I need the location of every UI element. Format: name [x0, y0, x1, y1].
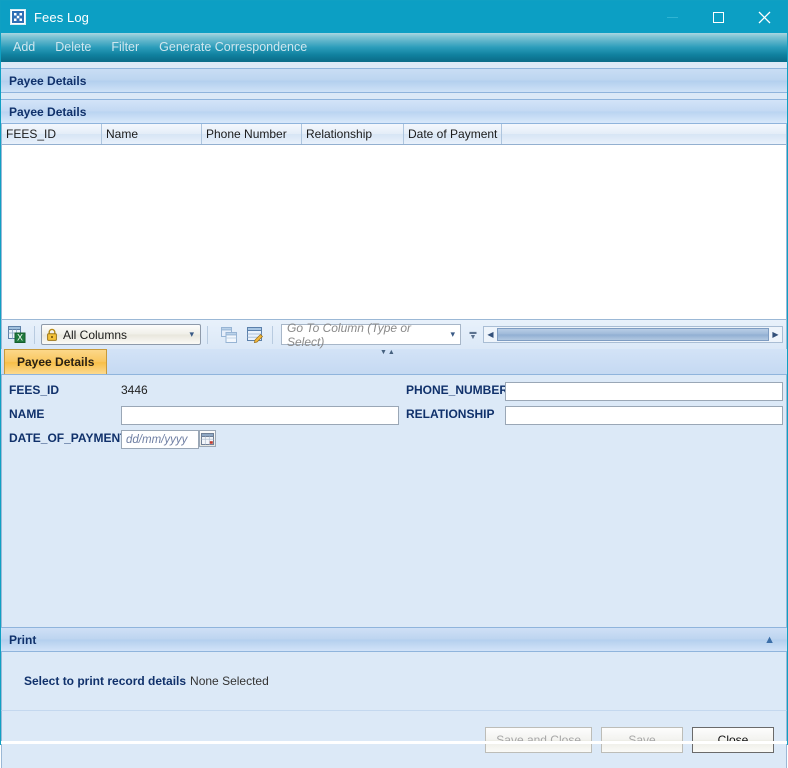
- goto-column-input[interactable]: Go To Column (Type or Select) ▾: [281, 321, 461, 349]
- close-dialog-button[interactable]: Close: [692, 726, 774, 753]
- label-relationship: RELATIONSHIP: [406, 407, 495, 421]
- toolbar-separator-1: [34, 325, 35, 344]
- close-icon: [758, 11, 770, 23]
- date-placeholder: dd/mm/yyyy: [126, 433, 188, 446]
- menu-bar: Add Delete Filter Generate Correspondenc…: [1, 33, 787, 62]
- goto-column-placeholder: Go To Column (Type or Select): [287, 320, 412, 349]
- export-to-excel-button[interactable]: X: [6, 324, 28, 346]
- column-filter-combo[interactable]: All Columns ▾: [41, 324, 201, 345]
- arrow-right-icon[interactable]: ▶: [769, 330, 782, 339]
- scrollbar-thumb[interactable]: [497, 328, 769, 341]
- panel-sub-header: Payee Details: [1, 99, 787, 124]
- menu-item-generate-correspondence[interactable]: Generate Correspondence: [149, 33, 317, 61]
- grid-horizontal-scrollbar[interactable]: ◀ ▶: [483, 326, 783, 343]
- edit-layout-icon: [246, 326, 263, 343]
- chevron-double-up-icon[interactable]: ▲: [764, 634, 775, 646]
- menu-item-filter[interactable]: Filter: [101, 33, 149, 61]
- label-name: NAME: [9, 407, 45, 421]
- footer-button-bar: Save and Close Save Close: [1, 710, 787, 768]
- sort-arrows-icon: ▼▲: [380, 349, 396, 356]
- grid-column-relationship[interactable]: Relationship: [302, 124, 404, 144]
- name-input[interactable]: [121, 406, 399, 425]
- save-button[interactable]: Save: [601, 726, 683, 753]
- lock-icon: [46, 328, 58, 341]
- date-of-payment-input[interactable]: dd/mm/yyyy: [121, 430, 199, 449]
- chevron-down-icon: ▾: [189, 329, 194, 339]
- minimize-button[interactable]: [649, 1, 695, 33]
- close-button[interactable]: [741, 1, 787, 33]
- grid-column-fees-id[interactable]: FEES_ID: [2, 124, 102, 144]
- grid-toolbar: X All Columns ▾ Go To Column (Type or Se…: [1, 319, 787, 356]
- arrow-left-icon[interactable]: ◀: [484, 330, 497, 339]
- column-filter-value: All Columns: [63, 327, 128, 342]
- export-to-excel-icon: X: [8, 326, 26, 343]
- phone-number-input[interactable]: [505, 382, 783, 401]
- panel-header: Payee Details: [1, 68, 787, 93]
- minimize-icon: [666, 16, 678, 18]
- detail-form: FEES_ID 3446 NAME DATE_OF_PAYMENT dd/mm/…: [1, 375, 787, 627]
- panel-header-label: Payee Details: [9, 73, 87, 88]
- grid-layout-button[interactable]: [218, 324, 240, 346]
- print-prompt-label: Select to print record details: [24, 674, 187, 688]
- toolbar-separator-2: [207, 325, 208, 344]
- label-date-of-payment: DATE_OF_PAYMENT: [9, 431, 128, 445]
- edit-layout-button[interactable]: [244, 324, 266, 346]
- grid-body-empty[interactable]: [2, 145, 786, 319]
- splitter-handle-icon: ▬ ▼: [469, 328, 477, 341]
- tab-payee-details[interactable]: Payee Details: [4, 349, 108, 374]
- print-section-header: Print ▲: [1, 627, 787, 652]
- fees-log-window: Fees Log Add Delete Filter Generate Corr…: [0, 0, 788, 768]
- toolbar-separator-3: [272, 325, 273, 344]
- svg-text:X: X: [17, 333, 23, 343]
- label-fees-id: FEES_ID: [9, 383, 60, 397]
- window-title: Fees Log: [34, 9, 90, 25]
- grid-layout-icon: [221, 326, 237, 343]
- calendar-picker-button[interactable]: [199, 430, 216, 447]
- print-selection-value: None Selected: [190, 674, 269, 688]
- grid-column-name[interactable]: Name: [102, 124, 202, 144]
- grid-column-filler: [502, 124, 786, 144]
- value-fees-id: 3446: [121, 383, 148, 397]
- menu-item-delete[interactable]: Delete: [45, 33, 101, 61]
- print-section-body: Select to print record details None Selec…: [1, 652, 787, 710]
- relationship-input[interactable]: [505, 406, 783, 425]
- window-controls: [649, 1, 787, 33]
- calendar-icon: [201, 432, 214, 445]
- grid-column-date-of-payment[interactable]: Date of Payment: [404, 124, 502, 144]
- title-bar: Fees Log: [1, 1, 787, 33]
- label-phone-number: PHONE_NUMBER: [406, 383, 509, 397]
- save-and-close-button[interactable]: Save and Close: [485, 726, 592, 753]
- splitter-handle[interactable]: ▬ ▼: [467, 323, 479, 347]
- chevron-down-icon: ▾: [450, 329, 455, 339]
- print-section-label: Print: [9, 632, 37, 647]
- menu-item-add[interactable]: Add: [1, 33, 45, 61]
- payee-details-grid: FEES_ID Name Phone Number Relationship D…: [1, 124, 787, 319]
- maximize-icon: [712, 11, 724, 23]
- maximize-button[interactable]: [695, 1, 741, 33]
- grid-column-phone-number[interactable]: Phone Number: [202, 124, 302, 144]
- grid-header-row: FEES_ID Name Phone Number Relationship D…: [2, 124, 786, 145]
- panel-sub-header-label: Payee Details: [9, 104, 87, 119]
- window-bottom-edge: [1, 741, 787, 744]
- app-icon: [10, 9, 26, 25]
